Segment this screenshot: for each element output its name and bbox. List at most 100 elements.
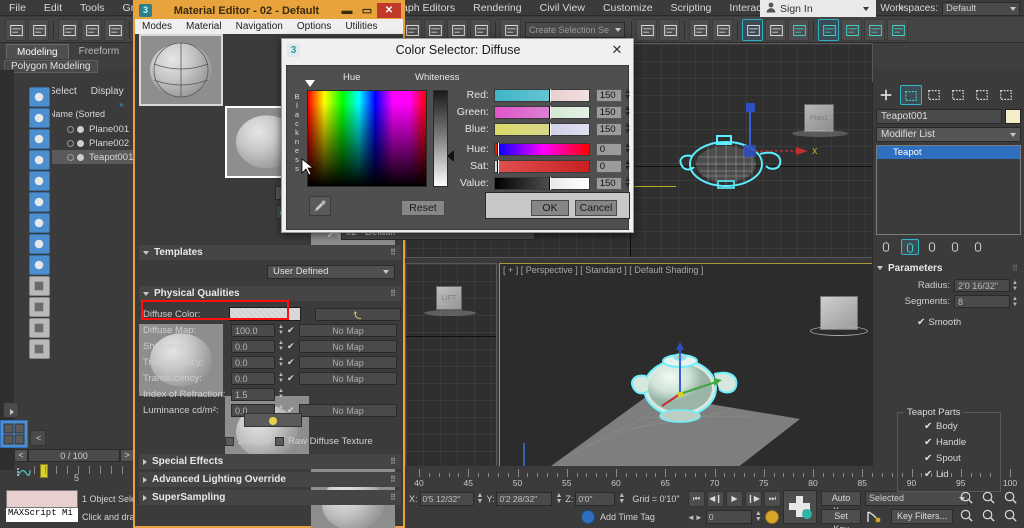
render-frame-icon[interactable] (864, 18, 885, 41)
material-property-field[interactable]: 0.0 (231, 371, 275, 385)
channel-value-field[interactable]: 0 (595, 142, 623, 156)
expand-arrow-button[interactable] (3, 402, 19, 418)
parameter-field[interactable]: 2'0 16/32" (954, 279, 1011, 292)
eye-icon[interactable] (67, 139, 74, 147)
map-enable-checkbox[interactable]: ✔ (287, 341, 297, 352)
freeze-dot-icon[interactable] (77, 139, 84, 147)
collapsed-rollout-special-effects[interactable]: Special Effects ⠿ (139, 454, 401, 469)
smooth-checkbox[interactable]: ✔ Smooth (873, 311, 1024, 328)
key-timing-icon[interactable] (764, 510, 779, 524)
add-time-tag-group[interactable]: Add Time Tag (581, 510, 655, 524)
zoom-all-icon[interactable] (981, 490, 999, 506)
material-property-spinner[interactable]: ▲ ▼ (278, 372, 284, 384)
z-field[interactable]: 0'0" (575, 492, 616, 506)
render-production-icon[interactable] (887, 18, 908, 41)
curve-editor-icon[interactable] (742, 18, 763, 41)
channel-value-field[interactable]: 150 (595, 176, 623, 190)
layout-quad-button[interactable] (0, 420, 28, 448)
channel-slider-handle[interactable] (549, 88, 552, 102)
modifier-list-select[interactable]: Modifier List (876, 127, 1021, 142)
viewport-label[interactable]: [ + ] [ Perspective ] [ Standard ] [ Def… (503, 265, 703, 275)
ribbon-subtab-polygon-modeling[interactable]: Polygon Modeling (4, 60, 98, 73)
channel-slider[interactable] (493, 159, 590, 173)
material-editor-icon[interactable] (818, 18, 839, 41)
two-sided-checkbox[interactable]: 2-Sided (225, 436, 271, 447)
channel-value-field[interactable]: 0 (595, 159, 623, 173)
material-editor-titlebar[interactable]: 3 Material Editor - 02 - Default ▬ ▭ ✕ (135, 2, 403, 19)
next-frame-icon[interactable]: ❙▶ (745, 491, 762, 507)
cameras-icon[interactable] (29, 150, 50, 170)
undo-icon[interactable] (5, 18, 26, 41)
lift-box-object[interactable]: LIFT (436, 286, 462, 310)
maximize-button[interactable]: ▭ (357, 4, 377, 17)
groups-icon[interactable] (29, 213, 50, 233)
box-object[interactable]: Plan1 (804, 104, 834, 132)
channel-spinner[interactable]: ▲ ▼ (624, 122, 631, 135)
material-property-spinner[interactable]: ▲ ▼ (278, 388, 284, 400)
channel-slider[interactable] (493, 122, 590, 136)
selection-set-field[interactable]: Create Selection Se (525, 21, 625, 38)
menu-item-tools[interactable]: Tools (71, 0, 114, 16)
scene-explorer-row[interactable]: Teapot001 (49, 150, 135, 164)
cancel-button[interactable]: Cancel (575, 200, 617, 216)
maxscript-input-pane[interactable]: MAXScript Mi (6, 508, 78, 522)
track-bar[interactable]: 5 (14, 464, 134, 486)
menu-item-customize[interactable]: Customize (594, 0, 662, 16)
ribbon-tab-modeling[interactable]: Modeling (6, 44, 69, 59)
close-icon[interactable]: ✕ (601, 40, 633, 61)
view-cube[interactable] (820, 296, 858, 330)
display-frozen-icon[interactable] (29, 318, 50, 338)
material-editor-menu-options[interactable]: Options (290, 19, 338, 34)
channel-spinner[interactable]: ▲ ▼ (624, 159, 631, 172)
display-tab-icon[interactable] (972, 85, 994, 105)
material-slot-1[interactable] (139, 34, 223, 106)
material-property-spinner[interactable]: ▲ ▼ (278, 340, 284, 352)
channel-spinner[interactable]: ▲ ▼ (624, 105, 631, 118)
material-property-field[interactable]: 1.5 (231, 387, 275, 401)
channel-spinner[interactable]: ▲ ▼ (624, 176, 631, 189)
collapsed-rollout-advanced-lighting-override[interactable]: Advanced Lighting Override ⠿ (139, 472, 401, 487)
prev-frame-icon[interactable]: ◀❙ (707, 491, 724, 507)
luminance-color-button[interactable] (244, 413, 302, 427)
sign-in-button[interactable]: Sign In (760, 0, 855, 17)
physical-qualities-header[interactable]: Physical Qualities ⠿ (139, 286, 401, 301)
key-mode-select[interactable]: Selected (865, 491, 969, 506)
template-select[interactable]: User Defined (267, 265, 395, 279)
xrefs-icon[interactable] (29, 234, 50, 254)
parameter-spinner[interactable]: ▲ ▼ (1012, 296, 1018, 308)
freeze-dot-icon[interactable] (77, 153, 84, 161)
channel-slider[interactable] (493, 105, 590, 119)
material-editor-menu-material[interactable]: Material (179, 19, 229, 34)
time-slider-next[interactable]: > (120, 448, 134, 462)
view-cube-ring[interactable] (810, 326, 868, 336)
ribbon-tab-freeform[interactable]: Freeform (69, 44, 130, 59)
hue-saturation-picker[interactable] (307, 90, 427, 187)
eye-icon[interactable] (67, 125, 74, 133)
eye-icon[interactable] (67, 153, 74, 161)
transform-gizmo-top[interactable]: X (736, 99, 856, 179)
key-mode-toggle-icon[interactable] (865, 509, 885, 525)
set-key-big-button[interactable] (783, 490, 817, 524)
templates-rollout-header[interactable]: Templates ⠿ (139, 245, 401, 260)
material-property-field[interactable]: 0.0 (231, 355, 275, 369)
set-key-button[interactable]: Set Key (821, 509, 861, 528)
walkthrough-icon[interactable] (981, 508, 999, 524)
redo-icon[interactable] (28, 18, 49, 41)
modifier-stack-row[interactable]: Teapot (877, 146, 1020, 159)
time-slider-field[interactable]: 0 / 100 (28, 448, 120, 462)
parameters-rollout-header[interactable]: Parameters ⠿ (873, 261, 1024, 275)
map-slot-button[interactable]: No Map (298, 323, 397, 337)
channel-slider-handle[interactable] (549, 122, 552, 136)
utilities-tab-icon[interactable] (996, 85, 1018, 105)
material-property-spinner[interactable]: ▲ ▼ (278, 356, 284, 368)
ribbon-toggle-icon[interactable] (712, 18, 733, 41)
close-button[interactable]: ✕ (377, 3, 401, 18)
collapsed-rollout-supersampling[interactable]: SuperSampling ⠿ (139, 490, 401, 505)
color-selector-titlebar[interactable]: 3 Color Selector: Diffuse ✕ (282, 39, 633, 61)
object-name-field[interactable]: Teapot001 (876, 109, 1002, 124)
freeze-dot-icon[interactable] (77, 125, 84, 133)
object-color-swatch[interactable] (1005, 109, 1021, 124)
space-warps-icon[interactable] (29, 192, 50, 212)
scene-explorer-menu-display[interactable]: Display (91, 86, 124, 97)
frame-field[interactable]: 0 (705, 510, 752, 524)
